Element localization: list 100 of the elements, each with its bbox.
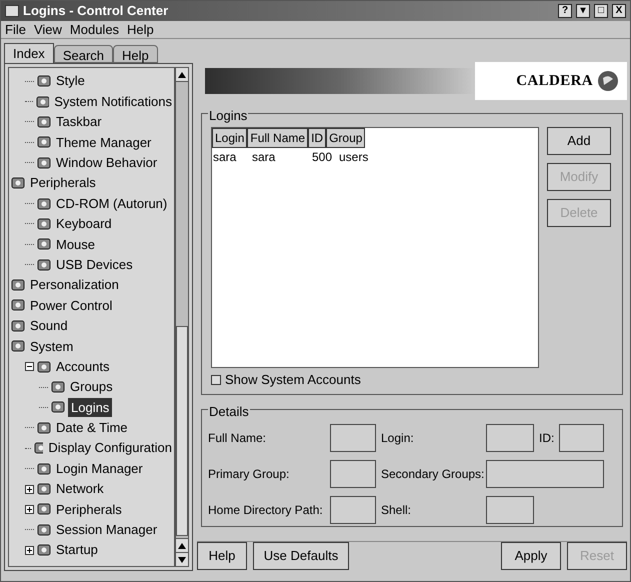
tree-item[interactable]: Accounts xyxy=(54,356,112,376)
module-icon xyxy=(11,176,25,190)
tree-item[interactable]: Taskbar xyxy=(54,112,104,132)
table-cell-text: sara xyxy=(213,149,238,166)
list-action-button[interactable]: Add xyxy=(547,127,611,155)
window-control-button[interactable]: ▾ xyxy=(576,4,590,18)
module-icon xyxy=(36,94,50,109)
module-icon xyxy=(11,339,25,354)
tree-item[interactable]: Style xyxy=(54,71,87,91)
tree-item[interactable]: USB Devices xyxy=(54,254,135,274)
module-icon xyxy=(37,237,51,252)
module-icon xyxy=(37,462,51,476)
expander-icon[interactable] xyxy=(25,362,34,372)
globe-logo-icon xyxy=(597,70,619,92)
module-icon xyxy=(37,114,51,129)
checkbox[interactable] xyxy=(211,375,221,385)
tree-item[interactable]: Startup xyxy=(54,540,100,560)
table-cell-text: users xyxy=(339,149,370,166)
tree-item[interactable]: Window Behavior xyxy=(54,153,160,172)
module-icon xyxy=(51,400,65,414)
input-field[interactable] xyxy=(330,460,376,488)
input-field[interactable] xyxy=(486,460,604,488)
tree-item[interactable]: Session Manager xyxy=(54,520,160,540)
scroll-up-icon[interactable] xyxy=(176,68,188,82)
window-control-button[interactable]: X xyxy=(612,4,626,18)
table-cell-text: 500 xyxy=(312,149,334,166)
window-control-button[interactable]: ? xyxy=(558,4,572,18)
input-field[interactable] xyxy=(330,424,376,452)
tree-item[interactable]: Peripherals xyxy=(28,173,98,193)
module-icon xyxy=(11,298,25,312)
tree-item[interactable]: CD-ROM (Autorun) xyxy=(54,194,170,214)
field-label: Secondary Groups: xyxy=(380,466,486,483)
tree-item[interactable]: Groups xyxy=(68,377,115,397)
module-icon xyxy=(37,156,51,170)
window-control-button[interactable]: □ xyxy=(594,4,608,18)
logo-text: CALDERA xyxy=(516,72,593,91)
tree-item[interactable]: Date & Time xyxy=(54,418,130,438)
module-icon xyxy=(34,441,44,456)
module-icon xyxy=(37,74,51,88)
sidebar-tab[interactable]: Help xyxy=(113,45,158,63)
tree-item[interactable]: Personalization xyxy=(28,275,121,295)
tree-item[interactable]: Mouse xyxy=(54,234,98,254)
checkbox-label[interactable]: Show System Accounts xyxy=(225,370,361,390)
module-icon xyxy=(37,502,51,516)
field-label: Login: xyxy=(380,430,415,447)
scroll-down-icon[interactable] xyxy=(176,552,188,566)
field-label: Full Name: xyxy=(208,430,268,447)
tree-item[interactable]: Theme Manager xyxy=(54,132,154,152)
tree-item[interactable]: Display Configuration xyxy=(46,438,174,458)
input-field[interactable] xyxy=(559,424,604,452)
tree-item[interactable]: Power Control xyxy=(28,296,114,316)
tree-item[interactable]: Login Manager xyxy=(54,458,145,478)
tree-item[interactable]: Network xyxy=(54,479,106,499)
module-icon xyxy=(37,135,51,150)
scroll-bar[interactable] xyxy=(175,67,189,567)
footer-button[interactable]: Help xyxy=(197,542,247,570)
module-icon xyxy=(37,420,51,435)
menu-item[interactable]: View xyxy=(34,20,62,40)
module-icon xyxy=(51,380,65,394)
field-label: ID: xyxy=(538,430,556,447)
tree-item[interactable]: Peripherals xyxy=(54,500,124,520)
module-icon xyxy=(37,543,51,558)
module-icon xyxy=(37,522,51,537)
field-label: Primary Group: xyxy=(208,466,290,483)
column-header[interactable]: Login xyxy=(212,128,248,148)
menu-item[interactable]: Help xyxy=(127,20,154,40)
app-icon xyxy=(5,5,19,17)
module-icon xyxy=(37,196,51,211)
sidebar-tab[interactable]: Search xyxy=(54,45,114,63)
input-field[interactable] xyxy=(486,424,534,452)
tree-item[interactable]: System xyxy=(28,336,76,356)
column-header[interactable]: Full Name xyxy=(247,128,308,148)
sidebar-tab[interactable]: Index xyxy=(4,43,54,63)
column-header[interactable]: Group xyxy=(326,128,366,148)
input-field[interactable] xyxy=(330,496,376,524)
expander-icon[interactable] xyxy=(25,484,34,494)
tree-item[interactable]: Logins xyxy=(68,398,112,418)
table-cell-text: sara xyxy=(252,149,276,166)
menu-item[interactable]: Modules xyxy=(70,20,120,40)
menu-item[interactable]: File xyxy=(5,20,26,40)
tree-item[interactable]: System Notifications xyxy=(52,92,174,112)
tree-item[interactable]: Sound xyxy=(28,316,70,336)
input-field[interactable] xyxy=(486,496,534,524)
expander-icon[interactable] xyxy=(25,504,34,514)
tree-item[interactable]: Keyboard xyxy=(54,214,114,234)
footer-button[interactable]: Use Defaults xyxy=(253,542,349,570)
scroll-up-icon[interactable] xyxy=(176,538,188,552)
module-icon xyxy=(37,258,51,272)
module-icon xyxy=(11,278,25,292)
field-label: Home Directory Path: xyxy=(208,502,324,519)
column-header[interactable]: ID xyxy=(308,128,326,148)
footer-button[interactable]: Apply xyxy=(501,542,561,570)
module-icon xyxy=(11,318,25,333)
module-icon xyxy=(37,216,51,231)
scroll-thumb[interactable] xyxy=(176,326,188,536)
expander-icon[interactable] xyxy=(25,546,34,555)
module-icon xyxy=(37,360,51,374)
module-icon xyxy=(37,482,51,496)
field-label: Shell: xyxy=(380,502,412,519)
window-title: Logins - Control Center xyxy=(23,2,170,20)
